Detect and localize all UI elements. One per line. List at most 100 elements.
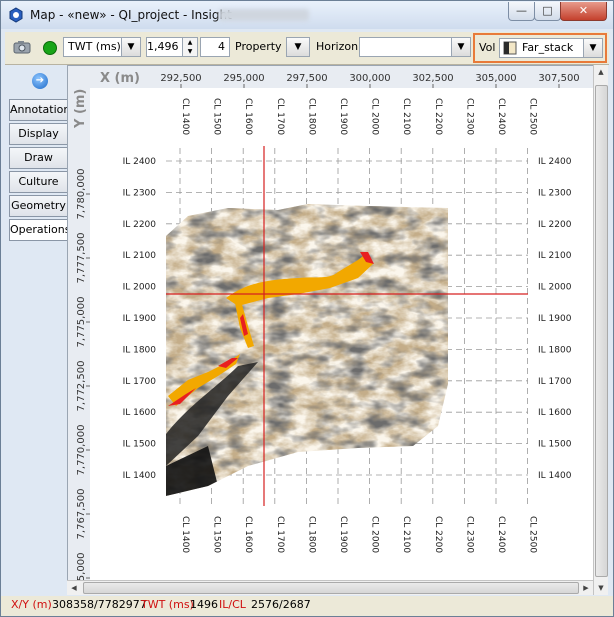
maximize-button[interactable]: □ <box>534 2 561 21</box>
inline-label-left: IL 2100 <box>123 251 157 261</box>
scroll-up-icon[interactable]: ▲ <box>594 65 608 79</box>
vol-value: Far_stack <box>522 41 574 54</box>
x-tick-label: 305,000 <box>475 73 516 84</box>
app-icon <box>9 7 23 23</box>
volume-selector-highlight: Vol Far_stack ▼ <box>473 33 607 63</box>
inline-spinbox[interactable]: 1,496 ▲ ▼ <box>146 37 198 57</box>
navigate-icon[interactable]: ➔ <box>32 73 48 89</box>
chevron-down-icon[interactable]: ▼ <box>121 38 140 56</box>
minimize-button[interactable]: — <box>508 2 535 21</box>
side-tab-panel: ➔ Annotation Display Draw Culture Geomet… <box>9 65 70 603</box>
inline-label-right: IL 1600 <box>538 408 572 418</box>
inline-label-right: IL 2100 <box>538 251 572 261</box>
inline-label-left: IL 2000 <box>123 283 157 293</box>
crossline-label-top: CL 1900 <box>338 98 348 135</box>
horizontal-scroll-thumb[interactable] <box>83 582 579 594</box>
crossline-label-bottom: CL 2200 <box>433 516 443 553</box>
step-field[interactable]: 4 <box>200 37 230 57</box>
y-axis-title: Y (m) <box>73 89 88 129</box>
inline-label-left: IL 2200 <box>123 220 157 230</box>
tab-draw[interactable]: Draw <box>9 147 67 169</box>
y-tick-label: 7,780,000 <box>76 169 87 220</box>
camera-icon[interactable] <box>13 40 31 54</box>
chevron-down-icon[interactable]: ▼ <box>451 38 470 56</box>
ilcl-value: 2576/2687 <box>251 598 311 611</box>
vol-label: Vol <box>479 41 496 54</box>
close-button[interactable]: ✕ <box>560 2 607 21</box>
volume-icon <box>503 41 517 55</box>
title-bar[interactable]: Map - «new» - QI_project - Insight — □ ✕ <box>1 1 613 29</box>
crossline-label-top: CL 2200 <box>433 98 443 135</box>
y-tick-label: 7,772,500 <box>76 361 87 412</box>
status-light-icon <box>43 41 57 55</box>
crossline-label-bottom: CL 1800 <box>306 516 316 553</box>
inline-label-right: IL 1900 <box>538 314 572 324</box>
twt-value: 1496 <box>190 598 218 611</box>
tab-operations[interactable]: Operations <box>9 219 70 241</box>
property-select[interactable]: ▼ <box>286 37 310 57</box>
chevron-down-icon[interactable]: ▼ <box>583 39 602 57</box>
x-axis-title: X (m) <box>100 71 140 86</box>
crossline-label-top: CL 2400 <box>496 98 506 135</box>
twt-label: TWT (ms) <box>141 598 194 611</box>
vertical-scroll-thumb[interactable] <box>595 85 608 577</box>
crossline-label-top: CL 2500 <box>528 98 538 135</box>
property-label: Property <box>235 40 282 53</box>
vertical-scrollbar[interactable]: ▲ ▼ <box>593 65 608 595</box>
map-canvas[interactable]: X (m) Y (m) 292,500 295,000 297,500 300,000… <box>68 66 604 603</box>
crossline-label-bottom: CL 2300 <box>464 516 474 553</box>
y-tick-label: 7,770,000 <box>76 425 87 476</box>
inline-label-right: IL 1700 <box>538 377 572 387</box>
crossline-label-top: CL 2100 <box>401 98 411 135</box>
inline-label-right: IL 2200 <box>538 220 572 230</box>
horizontal-scrollbar[interactable]: ◀ ▶ <box>67 580 593 595</box>
crossline-label-bottom: CL 1700 <box>275 516 285 553</box>
x-tick-label: 300,000 <box>349 73 390 84</box>
y-tick-label: 7,765,000 <box>76 553 87 580</box>
scroll-down-icon[interactable]: ▼ <box>594 581 608 595</box>
crossline-label-bottom: CL 1400 <box>180 516 190 553</box>
inline-label-right: IL 1400 <box>538 471 572 481</box>
inline-label-left: IL 1400 <box>123 471 157 481</box>
scroll-left-icon[interactable]: ◀ <box>67 581 81 595</box>
crossline-label-bottom: CL 2000 <box>370 516 380 553</box>
crossline-label-top: CL 1400 <box>180 98 190 135</box>
inline-label-left: IL 1800 <box>123 345 157 355</box>
horizon-select[interactable]: ▼ <box>359 37 471 57</box>
volume-select[interactable]: Far_stack ▼ <box>499 38 603 58</box>
crossline-label-top: CL 1700 <box>275 98 285 135</box>
crossline-label-top: CL 1600 <box>243 98 253 135</box>
map-window: Map - «new» - QI_project - Insight — □ ✕… <box>0 0 614 617</box>
crossline-label-top: CL 2300 <box>464 98 474 135</box>
window-title: Map - «new» - QI_project - Insight <box>30 8 232 22</box>
inline-label-right: IL 2300 <box>538 188 572 198</box>
chevron-down-icon[interactable]: ▼ <box>287 38 309 56</box>
crossline-label-top: CL 1800 <box>306 98 316 135</box>
xy-label: X/Y (m) <box>11 598 52 611</box>
time-domain-select[interactable]: TWT (ms) ▼ <box>63 37 141 57</box>
horizon-label: Horizon <box>316 40 359 53</box>
inline-label-left: IL 1700 <box>123 377 157 387</box>
crossline-label-bottom: CL 2400 <box>496 516 506 553</box>
tab-annotation[interactable]: Annotation <box>9 99 70 121</box>
spin-arrows-icon[interactable]: ▲ ▼ <box>182 38 197 56</box>
tab-geometry[interactable]: Geometry <box>9 195 67 217</box>
crossline-label-bottom: CL 2500 <box>528 516 538 553</box>
crossline-label-bottom: CL 1600 <box>243 516 253 553</box>
time-domain-value: TWT (ms) <box>68 40 121 53</box>
map-panel[interactable]: X (m) Y (m) 292,500 295,000 297,500 300,000… <box>67 65 605 603</box>
inline-label-left: IL 1600 <box>123 408 157 418</box>
step-value: 4 <box>218 40 225 53</box>
tab-display[interactable]: Display <box>9 123 67 145</box>
tab-culture[interactable]: Culture <box>9 171 67 193</box>
crossline-label-bottom: CL 2100 <box>401 516 411 553</box>
inline-label-left: IL 2400 <box>123 157 157 167</box>
inline-label-left: IL 1500 <box>123 440 157 450</box>
status-bar: X/Y (m) 308358/7782977 TWT (ms) 1496 IL/… <box>1 596 613 616</box>
x-tick-label: 295,000 <box>223 73 264 84</box>
y-tick-label: 7,775,000 <box>76 297 87 348</box>
inline-label-left: IL 2300 <box>123 188 157 198</box>
redacted-text <box>219 9 309 21</box>
y-tick-label: 7,767,500 <box>76 489 87 540</box>
scroll-right-icon[interactable]: ▶ <box>579 581 593 595</box>
